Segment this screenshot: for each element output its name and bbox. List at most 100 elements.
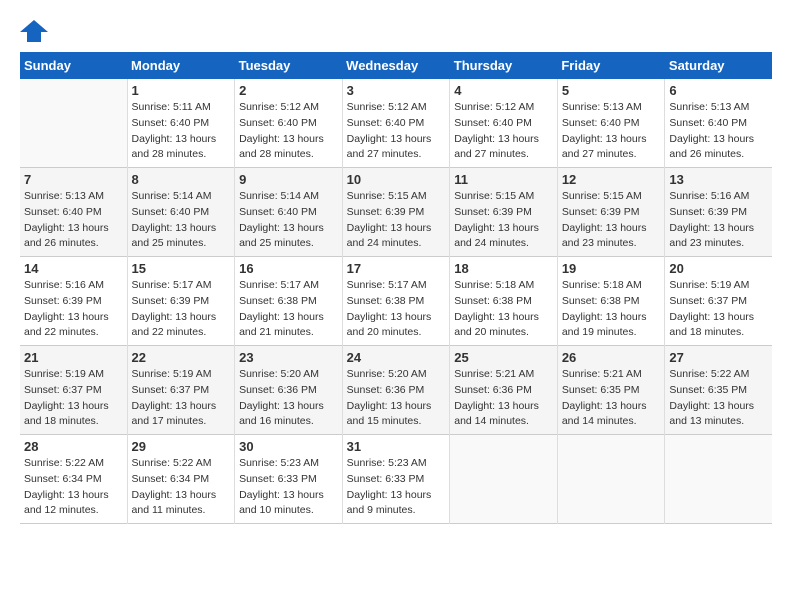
- calendar-cell: 9 Sunrise: 5:14 AMSunset: 6:40 PMDaylight…: [235, 168, 343, 257]
- day-info: Sunrise: 5:13 AMSunset: 6:40 PMDaylight:…: [24, 189, 123, 252]
- day-number: 20: [669, 261, 768, 276]
- day-number: 19: [562, 261, 661, 276]
- day-info: Sunrise: 5:20 AMSunset: 6:36 PMDaylight:…: [347, 367, 446, 430]
- calendar-cell: 19Sunrise: 5:18 AMSunset: 6:38 PMDayligh…: [557, 257, 665, 346]
- weekday-header-monday: Monday: [127, 52, 235, 79]
- calendar-cell: 15Sunrise: 5:17 AMSunset: 6:39 PMDayligh…: [127, 257, 235, 346]
- day-number: 31: [347, 439, 446, 454]
- weekday-header-thursday: Thursday: [450, 52, 558, 79]
- day-info: Sunrise: 5:13 AMSunset: 6:40 PMDaylight:…: [562, 100, 661, 163]
- calendar-cell: 24 Sunrise: 5:20 AMSunset: 6:36 PMDayligh…: [342, 346, 450, 435]
- calendar-cell: 2 Sunrise: 5:12 AMSunset: 6:40 PMDaylight…: [235, 79, 343, 168]
- day-info: Sunrise: 5:21 AMSunset: 6:36 PMDaylight:…: [454, 367, 553, 430]
- day-info: Sunrise: 5:16 AMSunset: 6:39 PMDaylight:…: [24, 278, 123, 341]
- calendar-cell: [665, 435, 772, 524]
- calendar-cell: 3 Sunrise: 5:12 AMSunset: 6:40 PMDaylight…: [342, 79, 450, 168]
- calendar-week-row: 28 Sunrise: 5:22 AMSunset: 6:34 PMDayligh…: [20, 435, 772, 524]
- day-number: 14: [24, 261, 123, 276]
- day-info: Sunrise: 5:19 AMSunset: 6:37 PMDaylight:…: [669, 278, 768, 341]
- calendar-cell: 26 Sunrise: 5:21 AMSunset: 6:35 PMDayligh…: [557, 346, 665, 435]
- day-info: Sunrise: 5:22 AMSunset: 6:34 PMDaylight:…: [24, 456, 123, 519]
- calendar-cell: 17 Sunrise: 5:17 AMSunset: 6:38 PMDayligh…: [342, 257, 450, 346]
- day-info: Sunrise: 5:19 AMSunset: 6:37 PMDaylight:…: [132, 367, 231, 430]
- day-number: 9: [239, 172, 338, 187]
- calendar-cell: 22Sunrise: 5:19 AMSunset: 6:37 PMDayligh…: [127, 346, 235, 435]
- calendar-cell: 8 Sunrise: 5:14 AMSunset: 6:40 PMDaylight…: [127, 168, 235, 257]
- header: [20, 20, 772, 42]
- day-info: Sunrise: 5:17 AMSunset: 6:38 PMDaylight:…: [239, 278, 338, 341]
- calendar-table: SundayMondayTuesdayWednesdayThursdayFrid…: [20, 52, 772, 524]
- calendar-week-row: 14 Sunrise: 5:16 AMSunset: 6:39 PMDayligh…: [20, 257, 772, 346]
- day-number: 25: [454, 350, 553, 365]
- day-info: Sunrise: 5:23 AMSunset: 6:33 PMDaylight:…: [239, 456, 338, 519]
- calendar-week-row: 1Sunrise: 5:11 AMSunset: 6:40 PMDaylight…: [20, 79, 772, 168]
- day-info: Sunrise: 5:15 AMSunset: 6:39 PMDaylight:…: [347, 189, 446, 252]
- day-number: 16: [239, 261, 338, 276]
- day-info: Sunrise: 5:22 AMSunset: 6:35 PMDaylight:…: [669, 367, 768, 430]
- day-number: 7: [24, 172, 123, 187]
- day-number: 29: [132, 439, 231, 454]
- day-number: 15: [132, 261, 231, 276]
- day-number: 4: [454, 83, 553, 98]
- calendar-cell: [557, 435, 665, 524]
- weekday-header-row: SundayMondayTuesdayWednesdayThursdayFrid…: [20, 52, 772, 79]
- day-number: 1: [132, 83, 231, 98]
- day-number: 3: [347, 83, 446, 98]
- calendar-cell: 31Sunrise: 5:23 AMSunset: 6:33 PMDayligh…: [342, 435, 450, 524]
- calendar-cell: 11 Sunrise: 5:15 AMSunset: 6:39 PMDayligh…: [450, 168, 558, 257]
- day-info: Sunrise: 5:16 AMSunset: 6:39 PMDaylight:…: [669, 189, 768, 252]
- day-number: 5: [562, 83, 661, 98]
- calendar-cell: 1Sunrise: 5:11 AMSunset: 6:40 PMDaylight…: [127, 79, 235, 168]
- calendar-week-row: 7 Sunrise: 5:13 AMSunset: 6:40 PMDaylight…: [20, 168, 772, 257]
- day-number: 2: [239, 83, 338, 98]
- calendar-cell: 12Sunrise: 5:15 AMSunset: 6:39 PMDayligh…: [557, 168, 665, 257]
- day-number: 11: [454, 172, 553, 187]
- day-info: Sunrise: 5:12 AMSunset: 6:40 PMDaylight:…: [454, 100, 553, 163]
- day-info: Sunrise: 5:12 AMSunset: 6:40 PMDaylight:…: [239, 100, 338, 163]
- day-number: 6: [669, 83, 768, 98]
- calendar-cell: 20 Sunrise: 5:19 AMSunset: 6:37 PMDayligh…: [665, 257, 772, 346]
- day-info: Sunrise: 5:14 AMSunset: 6:40 PMDaylight:…: [132, 189, 231, 252]
- day-number: 10: [347, 172, 446, 187]
- calendar-cell: 7 Sunrise: 5:13 AMSunset: 6:40 PMDaylight…: [20, 168, 127, 257]
- day-number: 23: [239, 350, 338, 365]
- day-info: Sunrise: 5:15 AMSunset: 6:39 PMDaylight:…: [562, 189, 661, 252]
- calendar-cell: 25 Sunrise: 5:21 AMSunset: 6:36 PMDayligh…: [450, 346, 558, 435]
- day-number: 26: [562, 350, 661, 365]
- calendar-cell: [450, 435, 558, 524]
- day-info: Sunrise: 5:19 AMSunset: 6:37 PMDaylight:…: [24, 367, 123, 430]
- day-info: Sunrise: 5:13 AMSunset: 6:40 PMDaylight:…: [669, 100, 768, 163]
- calendar-cell: 21Sunrise: 5:19 AMSunset: 6:37 PMDayligh…: [20, 346, 127, 435]
- calendar-cell: 28 Sunrise: 5:22 AMSunset: 6:34 PMDayligh…: [20, 435, 127, 524]
- calendar-cell: [20, 79, 127, 168]
- calendar-cell: 6 Sunrise: 5:13 AMSunset: 6:40 PMDaylight…: [665, 79, 772, 168]
- logo-icon: [20, 20, 48, 42]
- day-info: Sunrise: 5:18 AMSunset: 6:38 PMDaylight:…: [454, 278, 553, 341]
- weekday-header-wednesday: Wednesday: [342, 52, 450, 79]
- day-info: Sunrise: 5:22 AMSunset: 6:34 PMDaylight:…: [132, 456, 231, 519]
- day-number: 17: [347, 261, 446, 276]
- day-number: 28: [24, 439, 123, 454]
- calendar-cell: 27 Sunrise: 5:22 AMSunset: 6:35 PMDayligh…: [665, 346, 772, 435]
- weekday-header-tuesday: Tuesday: [235, 52, 343, 79]
- calendar-cell: 18Sunrise: 5:18 AMSunset: 6:38 PMDayligh…: [450, 257, 558, 346]
- calendar-week-row: 21Sunrise: 5:19 AMSunset: 6:37 PMDayligh…: [20, 346, 772, 435]
- calendar-cell: 29 Sunrise: 5:22 AMSunset: 6:34 PMDayligh…: [127, 435, 235, 524]
- calendar-cell: 13 Sunrise: 5:16 AMSunset: 6:39 PMDayligh…: [665, 168, 772, 257]
- day-number: 13: [669, 172, 768, 187]
- calendar-cell: 5 Sunrise: 5:13 AMSunset: 6:40 PMDaylight…: [557, 79, 665, 168]
- weekday-header-friday: Friday: [557, 52, 665, 79]
- day-info: Sunrise: 5:21 AMSunset: 6:35 PMDaylight:…: [562, 367, 661, 430]
- day-info: Sunrise: 5:20 AMSunset: 6:36 PMDaylight:…: [239, 367, 338, 430]
- day-number: 8: [132, 172, 231, 187]
- day-info: Sunrise: 5:14 AMSunset: 6:40 PMDaylight:…: [239, 189, 338, 252]
- weekday-header-sunday: Sunday: [20, 52, 127, 79]
- calendar-cell: 16 Sunrise: 5:17 AMSunset: 6:38 PMDayligh…: [235, 257, 343, 346]
- day-info: Sunrise: 5:17 AMSunset: 6:38 PMDaylight:…: [347, 278, 446, 341]
- calendar-cell: 14 Sunrise: 5:16 AMSunset: 6:39 PMDayligh…: [20, 257, 127, 346]
- day-number: 27: [669, 350, 768, 365]
- day-info: Sunrise: 5:15 AMSunset: 6:39 PMDaylight:…: [454, 189, 553, 252]
- day-number: 24: [347, 350, 446, 365]
- day-info: Sunrise: 5:12 AMSunset: 6:40 PMDaylight:…: [347, 100, 446, 163]
- calendar-cell: 23 Sunrise: 5:20 AMSunset: 6:36 PMDayligh…: [235, 346, 343, 435]
